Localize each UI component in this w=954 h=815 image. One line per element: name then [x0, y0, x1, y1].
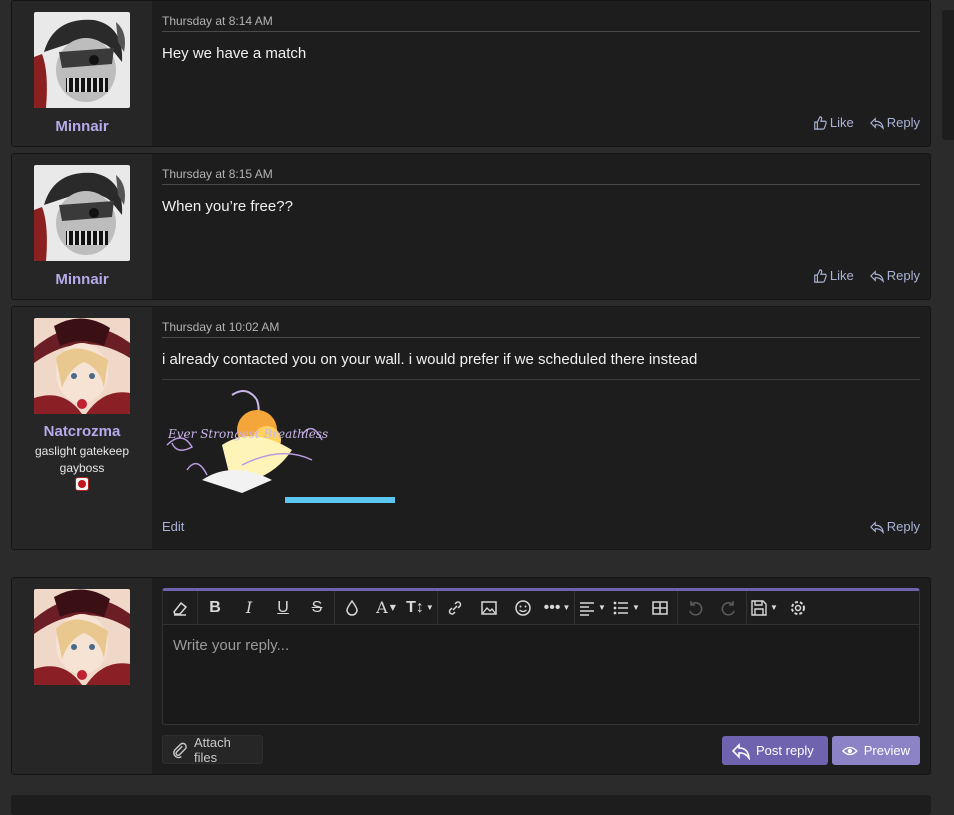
reply-button[interactable]: Reply: [869, 268, 920, 283]
post-user-cell: Natcrozma gaslight gatekeep gayboss: [12, 307, 152, 549]
header-divider: [162, 337, 920, 338]
reply-button[interactable]: Reply: [869, 115, 920, 130]
signature-divider: [162, 379, 920, 380]
more-icon[interactable]: ••• ▼: [540, 591, 574, 624]
emoji-icon[interactable]: [506, 591, 540, 624]
username[interactable]: Natcrozma: [12, 423, 152, 440]
bold-icon[interactable]: B: [198, 591, 232, 624]
post-message: i already contacted you on your wall. i …: [162, 351, 698, 368]
post-actions: Like Reply: [813, 268, 920, 283]
thumbs-up-icon: [814, 115, 827, 130]
link-icon[interactable]: [438, 591, 472, 624]
side-panel-fragment: [942, 10, 954, 140]
reply-icon: [869, 520, 884, 534]
post: Natcrozma gaslight gatekeep gayboss Thur…: [11, 306, 931, 550]
like-label: Like: [829, 115, 854, 130]
attach-files-button[interactable]: Attach files: [162, 734, 263, 765]
post-body: Thursday at 10:02 AM i already contacted…: [162, 307, 920, 549]
list-icon[interactable]: ▼: [609, 591, 643, 624]
eye-icon: [842, 746, 858, 755]
underline-icon[interactable]: U: [266, 591, 300, 624]
reply-icon: [869, 269, 884, 283]
italic-icon[interactable]: I: [232, 591, 266, 624]
post-body: Thursday at 8:15 AM When you’re free?? L…: [162, 154, 920, 299]
preview-label: Preview: [863, 743, 910, 758]
align-icon[interactable]: ▼: [575, 591, 609, 624]
reply-icon: [732, 742, 750, 760]
user-title-line-2: gayboss: [59, 461, 105, 475]
post-user-cell: Minnair: [12, 1, 152, 146]
undo-icon[interactable]: [678, 591, 712, 624]
signature-text: Ever Strongest Breathless: [168, 427, 329, 441]
color-drop-icon[interactable]: [335, 591, 369, 624]
like-button[interactable]: Like: [813, 268, 854, 283]
reply-user-cell: [12, 578, 152, 774]
reply-button[interactable]: Reply: [869, 519, 920, 534]
user-title-line-1: gaslight gatekeep: [34, 444, 130, 458]
post-user-cell: Minnair: [12, 154, 152, 299]
post-body: Thursday at 8:14 AM Hey we have a match …: [162, 1, 920, 146]
reply-editor[interactable]: B I U S A ▼ T↕ ▼ ••• ▼ ▼ ▼ ▼ Write your …: [162, 588, 920, 725]
eraser-icon[interactable]: [163, 591, 197, 624]
table-icon[interactable]: [643, 591, 677, 624]
post: Minnair Thursday at 8:14 AM Hey we have …: [11, 0, 931, 147]
reply-icon: [869, 116, 884, 130]
font-family-icon[interactable]: A ▼: [369, 591, 403, 624]
username[interactable]: Minnair: [12, 118, 152, 135]
edit-button[interactable]: Edit: [162, 519, 184, 534]
attach-files-label: Attach files: [193, 734, 231, 765]
signature-art-icon: [166, 390, 395, 503]
user-badge-icon[interactable]: [75, 477, 89, 491]
preview-button[interactable]: Preview: [832, 736, 920, 765]
post-message: Hey we have a match: [162, 45, 307, 62]
post-timestamp[interactable]: Thursday at 10:02 AM: [162, 320, 279, 334]
image-icon[interactable]: [472, 591, 506, 624]
header-divider: [162, 31, 920, 32]
strikethrough-icon[interactable]: S: [300, 591, 334, 624]
reply-label: Reply: [886, 268, 920, 283]
post-actions: Reply: [869, 519, 920, 534]
post: Minnair Thursday at 8:15 AM When you’re …: [11, 153, 931, 300]
thumbs-up-icon: [814, 268, 827, 283]
avatar[interactable]: [34, 589, 130, 685]
avatar[interactable]: [34, 165, 130, 261]
post-reply-button[interactable]: Post reply: [722, 736, 828, 765]
reply-label: Reply: [886, 519, 920, 534]
like-button[interactable]: Like: [813, 115, 854, 130]
settings-icon[interactable]: [781, 591, 815, 624]
drafts-icon[interactable]: ▼: [747, 591, 781, 624]
signature-image: Ever Strongest Breathless: [162, 385, 402, 505]
font-size-icon[interactable]: T↕ ▼: [403, 591, 437, 624]
post-message: When you’re free??: [162, 198, 293, 215]
post-reply-label: Post reply: [756, 743, 814, 758]
next-panel-fragment: [11, 795, 931, 815]
like-label: Like: [829, 268, 854, 283]
post-timestamp[interactable]: Thursday at 8:14 AM: [162, 14, 273, 28]
redo-icon[interactable]: [712, 591, 746, 624]
header-divider: [162, 184, 920, 185]
username[interactable]: Minnair: [12, 271, 152, 288]
reply-label: Reply: [886, 115, 920, 130]
post-timestamp[interactable]: Thursday at 8:15 AM: [162, 167, 273, 181]
avatar[interactable]: [34, 318, 130, 414]
paperclip-icon: [173, 742, 187, 758]
editor-toolbar: B I U S A ▼ T↕ ▼ ••• ▼ ▼ ▼ ▼: [163, 591, 919, 625]
avatar[interactable]: [34, 12, 130, 108]
post-actions: Like Reply: [813, 115, 920, 130]
reply-textarea[interactable]: Write your reply...: [173, 637, 289, 654]
